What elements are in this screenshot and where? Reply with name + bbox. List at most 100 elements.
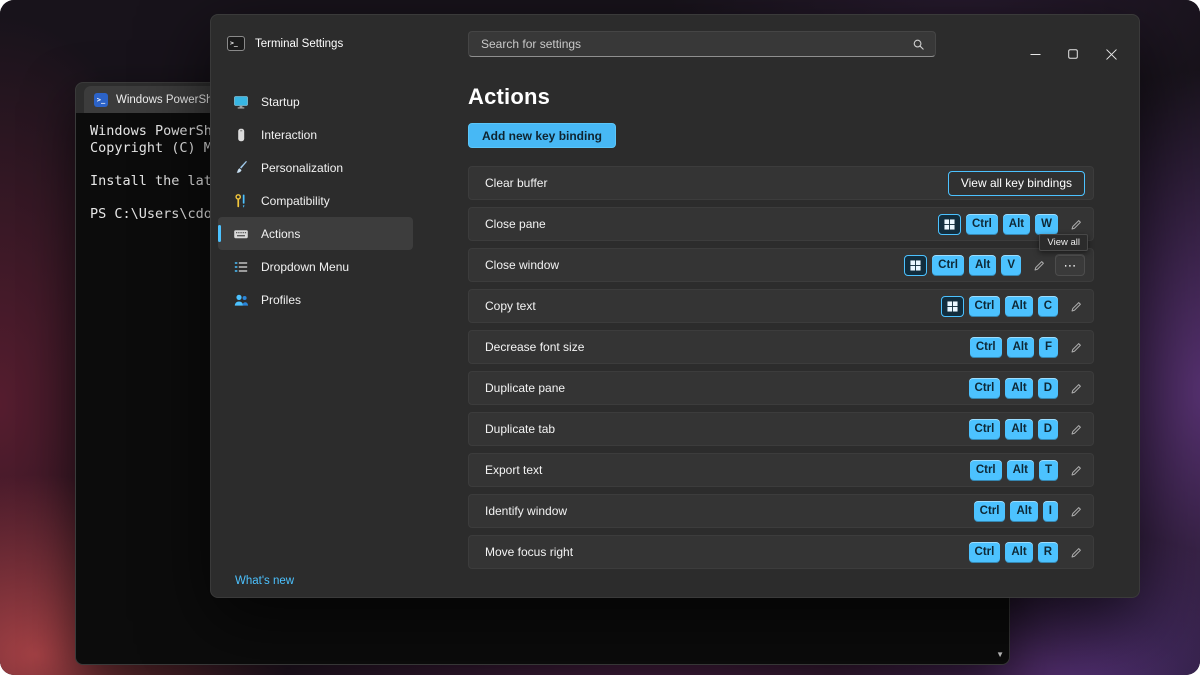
sidebar-item-label: Dropdown Menu [261,260,349,274]
sidebar-item-label: Startup [261,95,300,109]
key-r: R [1038,542,1058,563]
settings-search-box[interactable] [468,31,936,57]
action-controls: CtrlAltT [970,460,1085,481]
key-ctrl: Ctrl [974,501,1006,522]
edit-binding-button[interactable] [1067,215,1085,233]
terminal-settings-icon: >_ [227,36,245,51]
key-w: W [1035,214,1058,235]
key-alt: Alt [1005,542,1032,563]
action-label: Duplicate tab [485,422,969,436]
key-d: D [1038,378,1058,399]
sidebar-item-label: Interaction [261,128,317,142]
edit-binding-button[interactable] [1067,420,1085,438]
page-title: Actions [468,84,1094,110]
sidebar-item-label: Actions [261,227,300,241]
action-row: Export textCtrlAltT [468,453,1094,487]
key-ctrl: Ctrl [970,460,1002,481]
view-all-key-bindings-button[interactable]: View all key bindings [948,171,1085,196]
sidebar-item-label: Profiles [261,293,301,307]
action-controls: CtrlAlt D [969,419,1085,440]
sidebar-item-profiles[interactable]: Profiles [218,283,413,316]
key-ctrl: Ctrl [932,255,964,276]
key-t: T [1039,460,1058,481]
sidebar-item-actions[interactable]: Actions [218,217,413,250]
keyboard-icon [233,226,249,242]
selected-indicator [218,225,221,242]
sidebar-list: Startup Interaction Personalization Compati… [211,85,461,316]
sidebar-item-personalization[interactable]: Personalization [218,151,413,184]
sidebar-item-interaction[interactable]: Interaction [218,118,413,151]
powershell-icon: >_ [94,93,108,107]
sidebar-item-dropdown-menu[interactable]: Dropdown Menu [218,250,413,283]
action-controls: CtrlAlt R [969,542,1085,563]
maximize-button[interactable] [1057,39,1089,69]
people-icon [233,292,249,308]
action-label: Copy text [485,299,941,313]
action-label: Identify window [485,504,974,518]
window-controls [1019,39,1127,69]
action-row: Move focus rightCtrlAlt R [468,535,1094,569]
tools-icon [233,193,249,209]
edit-binding-button[interactable] [1067,543,1085,561]
key-alt: Alt [1005,296,1032,317]
sidebar-item-startup[interactable]: Startup [218,85,413,118]
action-label: Clear buffer [485,176,948,190]
action-controls: CtrlAltF [970,337,1085,358]
action-controls: CtrlAltD [969,378,1085,399]
more-options: ⋯View all [1055,254,1085,276]
action-label: Decrease font size [485,340,970,354]
sidebar-item-label: Compatibility [261,194,330,208]
action-row: Close paneCtrlAltW [468,207,1094,241]
action-controls: View all key bindings [948,171,1085,196]
minimize-button[interactable] [1019,39,1051,69]
action-label: Move focus right [485,545,969,559]
add-new-key-binding-button[interactable]: Add new key binding [468,123,616,148]
powershell-tab-title: Windows PowerShell [116,94,224,106]
action-label: Duplicate pane [485,381,969,395]
action-label: Close window [485,258,904,272]
edit-binding-button[interactable] [1067,297,1085,315]
key-d: D [1038,419,1058,440]
edit-binding-button[interactable] [1030,256,1048,274]
key-ctrl: Ctrl [969,378,1001,399]
sidebar-item-label: Personalization [261,161,343,175]
edit-binding-button[interactable] [1067,338,1085,356]
action-row: Identify windowCtrlAltI [468,494,1094,528]
win-key [941,296,964,317]
win-key [904,255,927,276]
key-alt: Alt [1005,419,1032,440]
action-controls: CtrlAlt C [941,296,1085,317]
action-row: Close windowCtrlAltV⋯View all [468,248,1094,282]
action-controls: CtrlAltI [974,501,1085,522]
close-button[interactable] [1095,39,1127,69]
key-alt: Alt [969,255,996,276]
action-row: Duplicate tabCtrlAlt D [468,412,1094,446]
key-ctrl: Ctrl [966,214,998,235]
desktop: >_ Windows PowerShell Windows PowerShelC… [0,0,1200,675]
key-ctrl: Ctrl [969,296,1001,317]
more-options-button[interactable]: ⋯ [1055,254,1085,276]
key-alt: Alt [1007,337,1034,358]
monitor-icon [233,94,249,110]
action-row: Clear bufferView all key bindings [468,166,1094,200]
edit-binding-button[interactable] [1067,379,1085,397]
win-key [938,214,961,235]
list-icon [233,259,249,275]
whats-new-link[interactable]: What's new [235,575,294,587]
key-alt: Alt [1003,214,1030,235]
key-c: C [1038,296,1058,317]
key-f: F [1039,337,1058,358]
key-ctrl: Ctrl [969,419,1001,440]
sidebar-item-compatibility[interactable]: Compatibility [218,184,413,217]
action-label: Export text [485,463,970,477]
edit-binding-button[interactable] [1067,502,1085,520]
interaction-icon [233,127,249,143]
action-row: Decrease font sizeCtrlAltF [468,330,1094,364]
search-input[interactable] [479,36,912,52]
scrollbar-down-arrow[interactable]: ▼ [996,651,1004,659]
key-ctrl: Ctrl [969,542,1001,563]
edit-binding-button[interactable] [1067,461,1085,479]
settings-sidebar: Startup Interaction Personalization Compati… [211,71,461,597]
key-alt: Alt [1007,460,1034,481]
actions-list: Clear bufferView all key bindings Close p… [468,166,1094,569]
